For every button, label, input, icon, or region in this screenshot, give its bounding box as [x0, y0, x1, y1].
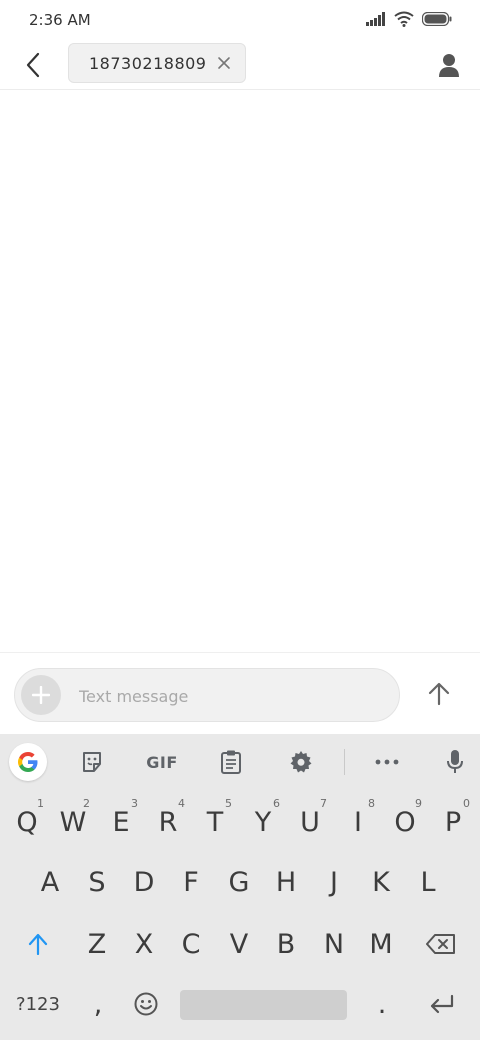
key-z[interactable]: Z [74, 918, 120, 970]
keyboard-toolbar: GIF [0, 734, 480, 788]
key-q[interactable]: Q1 [4, 796, 50, 848]
key-o[interactable]: O9 [382, 796, 428, 848]
voice-input-button[interactable] [438, 745, 472, 779]
clipboard-button[interactable] [214, 745, 248, 779]
back-button[interactable] [18, 50, 48, 80]
status-time: 2:36 AM [29, 11, 91, 29]
sticker-icon [83, 752, 101, 772]
backspace-key[interactable] [414, 918, 468, 970]
key-h[interactable]: H [263, 856, 309, 908]
key-v[interactable]: V [216, 918, 262, 970]
key-f[interactable]: F [168, 856, 214, 908]
key-j[interactable]: J [311, 856, 357, 908]
more-button[interactable] [370, 745, 404, 779]
space-bar[interactable] [180, 990, 347, 1020]
message-composer [0, 652, 480, 734]
sticker-button[interactable] [75, 745, 109, 779]
key-g[interactable]: G [216, 856, 262, 908]
key-l[interactable]: L [405, 856, 451, 908]
key-c[interactable]: C [168, 918, 214, 970]
gif-button[interactable]: GIF [140, 745, 184, 779]
key-w[interactable]: W2 [50, 796, 96, 848]
key-e[interactable]: E3 [98, 796, 144, 848]
signal-icon [366, 11, 386, 31]
key-n[interactable]: N [311, 918, 357, 970]
google-search-button[interactable] [9, 743, 47, 781]
contact-icon [439, 54, 459, 77]
send-button[interactable] [424, 679, 454, 709]
enter-icon [430, 994, 454, 1014]
toolbar-divider [344, 749, 345, 775]
symbols-key[interactable]: ?123 [6, 980, 70, 1028]
google-icon [18, 752, 38, 772]
key-t[interactable]: T5 [192, 796, 238, 848]
key-y[interactable]: Y6 [240, 796, 286, 848]
emoji-icon [134, 992, 158, 1016]
gif-label: GIF [146, 752, 178, 772]
key-u[interactable]: U7 [287, 796, 333, 848]
compose-field [14, 668, 400, 722]
add-attachment-button[interactable] [21, 675, 61, 715]
microphone-icon [447, 750, 463, 773]
message-input[interactable] [79, 683, 379, 709]
period-key[interactable]: . [360, 978, 404, 1030]
message-thread-area [0, 91, 480, 652]
key-x[interactable]: X [121, 918, 167, 970]
key-a[interactable]: A [27, 856, 73, 908]
key-i[interactable]: I8 [335, 796, 381, 848]
key-r[interactable]: R4 [145, 796, 191, 848]
keyboard: GIF Q 1 W 2 E 3 R 4 T 5 Y 6 U 7 I 8 O 9 … [0, 734, 480, 1040]
chip-close-icon[interactable] [217, 56, 231, 70]
key-p[interactable]: P0 [430, 796, 476, 848]
recipient-number: 18730218809 [89, 54, 207, 73]
contact-button[interactable] [434, 50, 464, 80]
comma-key[interactable]: , [76, 978, 120, 1030]
key-k[interactable]: K [358, 856, 404, 908]
shift-key[interactable] [14, 918, 62, 970]
backspace-icon [426, 934, 455, 954]
send-arrow-icon [428, 682, 450, 706]
clipboard-icon [221, 750, 241, 774]
status-bar: 2:36 AM [0, 0, 480, 40]
more-dots-icon [375, 759, 399, 765]
plus-icon [32, 686, 50, 704]
battery-icon [421, 11, 452, 31]
back-arrow-icon [26, 52, 40, 78]
emoji-key[interactable] [124, 980, 168, 1028]
status-icons [366, 11, 452, 32]
key-b[interactable]: B [263, 918, 309, 970]
key-d[interactable]: D [121, 856, 167, 908]
key-m[interactable]: M [358, 918, 404, 970]
enter-key[interactable] [418, 980, 466, 1028]
wifi-icon [394, 11, 414, 32]
recipient-chip[interactable]: 18730218809 [68, 43, 246, 83]
key-s[interactable]: S [74, 856, 120, 908]
conversation-header: 18730218809 [0, 40, 480, 90]
gear-icon [290, 751, 312, 773]
settings-button[interactable] [284, 745, 318, 779]
shift-icon [28, 933, 48, 955]
